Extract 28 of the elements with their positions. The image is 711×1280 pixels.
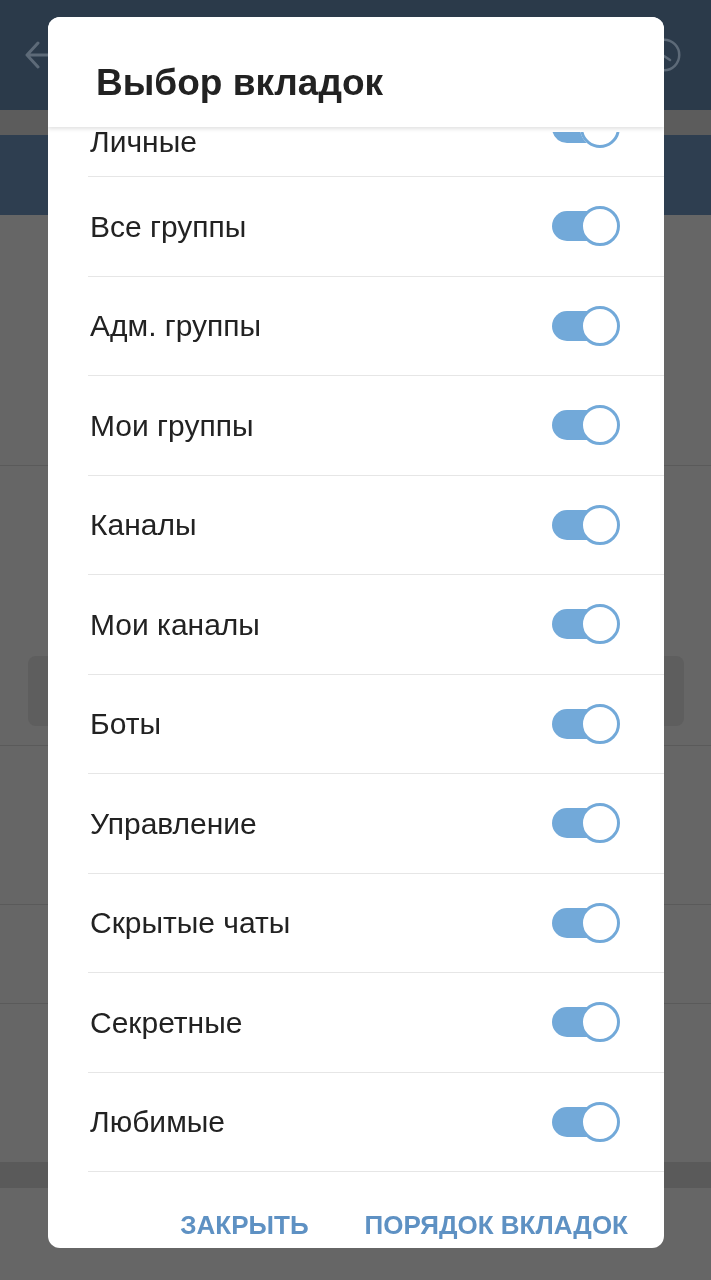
toggle-switch[interactable] [552, 305, 620, 346]
back-arrow-icon [24, 40, 48, 70]
toggle-switch[interactable] [552, 504, 620, 545]
toggle-switch[interactable] [552, 206, 620, 247]
toggle-switch[interactable] [552, 405, 620, 446]
toggle-switch[interactable] [552, 703, 620, 744]
dialog-title: Выбор вкладок [96, 61, 384, 106]
toggle-switch[interactable] [552, 803, 620, 844]
tab-label: Секретные [90, 1004, 243, 1041]
toggle-switch[interactable] [552, 1101, 620, 1142]
tab-label: Личные [90, 127, 197, 157]
toggle-switch[interactable] [552, 132, 620, 148]
dialog-button[interactable]: ПОРЯДОК ВКЛАДОК [352, 1204, 640, 1246]
tab-label: Боты [90, 706, 161, 743]
panel-edge [664, 656, 684, 726]
tab-label: Все группы [90, 208, 247, 245]
panel-edge [28, 656, 48, 726]
tab-label: Каналы [90, 507, 197, 544]
toggle-switch[interactable] [552, 1002, 620, 1043]
tab-label: Любимые [90, 1104, 225, 1141]
toggle-switch[interactable] [552, 902, 620, 943]
tab-label: Управление [90, 805, 257, 842]
toggle-switch[interactable] [552, 604, 620, 645]
dialog-button[interactable]: ЗАКРЫТЬ [168, 1204, 321, 1246]
tab-label: Мои группы [90, 407, 254, 444]
tab-label: Адм. группы [90, 308, 262, 345]
tab-label: Мои каналы [90, 606, 260, 643]
tab-label: Скрытые чаты [90, 905, 291, 942]
